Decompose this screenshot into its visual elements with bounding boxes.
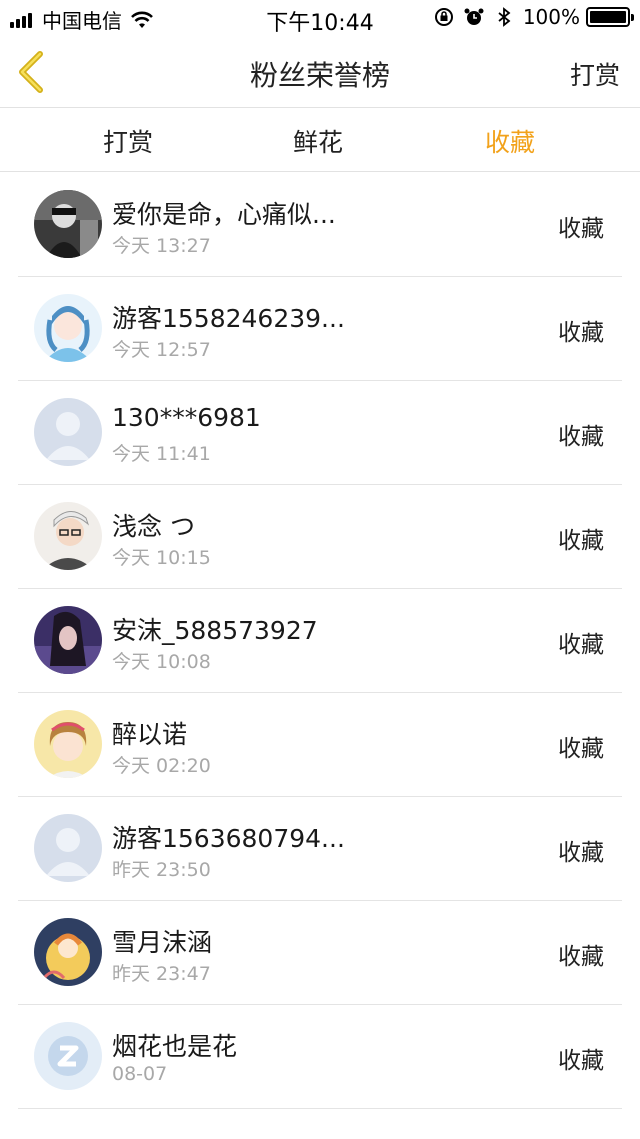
timestamp: 昨天 23:50 [112,859,211,881]
list-item[interactable]: 醉以诺 今天 02:20 收藏 [0,693,640,797]
avatar[interactable] [34,918,102,986]
list-item[interactable]: 130***6981 今天 11:41 收藏 [0,381,640,485]
user-name: 游客1558246239... [112,304,345,333]
avatar[interactable] [34,606,102,674]
reward-button[interactable]: 打赏 [570,56,620,92]
default-avatar-icon[interactable] [34,814,102,882]
alarm-icon [464,8,484,25]
fan-list: 爱你是命，心痛似... 今天 13:27 收藏 游客1558246239... … [0,173,640,1109]
timestamp: 今天 10:15 [112,547,211,569]
bluetooth-icon [498,7,511,27]
timestamp: 今天 12:57 [112,339,211,361]
timestamp: 今天 13:27 [112,235,211,257]
favorite-label: 收藏 [558,632,604,658]
user-name: 爱你是命，心痛似... [112,200,336,229]
battery-percentage: 100% [522,5,580,29]
default-avatar-icon[interactable] [34,398,102,466]
timestamp: 08-07 [112,1063,168,1085]
avatar[interactable] [34,294,102,362]
status-bar: 中国电信 下午10:44 100% [0,0,640,36]
battery-icon [586,7,634,27]
orientation-lock-icon [434,8,453,26]
list-item[interactable]: 烟花也是花 08-07 收藏 [0,1005,640,1109]
list-item[interactable]: 爱你是命，心痛似... 今天 13:27 收藏 [0,173,640,277]
list-item[interactable]: 游客1558246239... 今天 12:57 收藏 [0,277,640,381]
list-item[interactable]: 安沫_588573927 今天 10:08 收藏 [0,589,640,693]
timestamp: 今天 11:41 [112,443,211,465]
status-right: 100% [425,5,634,29]
user-name: 雪月沫涵 [112,928,213,957]
favorite-label: 收藏 [558,944,604,970]
tab-reward[interactable]: 打赏 [58,123,198,159]
avatar[interactable] [34,190,102,258]
timestamp: 今天 10:08 [112,651,211,673]
favorite-label: 收藏 [558,320,604,346]
favorite-label: 收藏 [558,840,604,866]
favorite-label: 收藏 [558,424,604,450]
avatar[interactable] [34,710,102,778]
avatar[interactable] [34,502,102,570]
list-item[interactable]: 浅念 つ 今天 10:15 收藏 [0,485,640,589]
qq-logo-icon[interactable] [34,1022,102,1090]
timestamp: 今天 02:20 [112,755,211,777]
divider [18,1108,622,1109]
timestamp: 昨天 23:47 [112,963,211,985]
user-name: 130***6981 [112,403,261,432]
user-name: 浅念 つ [112,512,195,541]
navigation-bar: 粉丝荣誉榜 打赏 [0,36,640,108]
favorite-label: 收藏 [558,528,604,554]
user-name: 醉以诺 [112,720,188,749]
user-name: 烟花也是花 [112,1032,238,1061]
favorite-label: 收藏 [558,216,604,242]
favorite-label: 收藏 [558,736,604,762]
favorite-label: 收藏 [558,1048,604,1074]
user-name: 安沫_588573927 [112,616,318,645]
list-item[interactable]: 游客1563680794... 昨天 23:50 收藏 [0,797,640,901]
page-title: 粉丝荣誉榜 [249,59,390,92]
user-name: 游客1563680794... [112,824,345,853]
tab-flowers[interactable]: 鲜花 [248,123,388,159]
tab-favorites[interactable]: 收藏 [440,123,580,159]
tab-bar: 打赏 鲜花 收藏 [0,108,640,172]
list-item[interactable]: 雪月沫涵 昨天 23:47 收藏 [0,901,640,1005]
